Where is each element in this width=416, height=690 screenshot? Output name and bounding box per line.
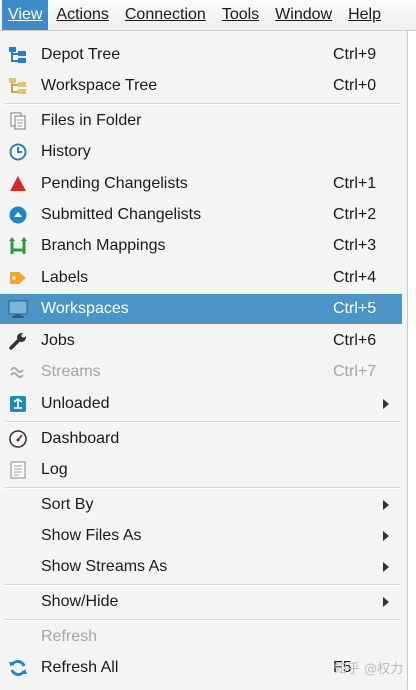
menu-item-label: Dashboard — [41, 430, 120, 447]
menu-item-submitted-changelists[interactable]: Submitted Changelists Ctrl+2 — [0, 200, 402, 230]
menu-item-streams: Streams Ctrl+7 — [0, 357, 402, 387]
jobs-wrench-icon — [8, 331, 28, 351]
menu-view[interactable]: View — [2, 0, 49, 30]
menu-item-label: Branch Mappings — [41, 237, 166, 254]
menu-item-label: Files in Folder — [41, 112, 142, 129]
menu-item-branch-mappings[interactable]: Branch Mappings Ctrl+3 — [0, 231, 402, 261]
menu-item-label: Workspaces — [41, 300, 129, 317]
menu-separator — [4, 584, 400, 586]
refresh-all-icon — [8, 658, 28, 678]
watermark: 知乎 @权力 — [334, 662, 404, 677]
submenu-arrow-icon — [383, 500, 389, 510]
submenu-arrow-icon — [383, 562, 389, 572]
branch-mapping-icon — [8, 236, 28, 256]
menu-item-label: Jobs — [41, 332, 75, 349]
menu-item-label: Unloaded — [41, 395, 110, 412]
menu-item-log[interactable]: Log — [0, 455, 402, 485]
menu-tools-label: Tools — [221, 6, 260, 23]
menu-view-label: View — [8, 6, 43, 23]
menu-item-label: Pending Changelists — [41, 175, 188, 192]
menu-separator — [4, 103, 400, 105]
menu-item-dashboard[interactable]: Dashboard — [0, 424, 402, 454]
menu-help[interactable]: Help — [340, 0, 389, 30]
menu-item-shortcut: Ctrl+1 — [333, 175, 377, 192]
menu-item-shortcut: Ctrl+2 — [333, 206, 377, 223]
menu-item-label: Refresh All — [41, 659, 119, 676]
menu-item-show-hide[interactable]: Show/Hide — [0, 587, 402, 617]
menu-item-shortcut: Ctrl+0 — [333, 77, 377, 94]
menu-item-files-in-folder[interactable]: Files in Folder — [0, 106, 402, 136]
menu-item-label: Submitted Changelists — [41, 206, 202, 223]
submitted-changelist-icon — [8, 205, 28, 225]
menu-item-label: Sort By — [41, 496, 94, 513]
files-in-folder-icon — [8, 111, 28, 131]
menu-item-label: Depot Tree — [41, 46, 121, 63]
workspace-tree-icon — [8, 76, 28, 96]
streams-icon — [8, 362, 28, 382]
menu-item-labels[interactable]: Labels Ctrl+4 — [0, 263, 402, 293]
menu-help-label: Help — [348, 6, 381, 23]
menu-item-label: Streams — [41, 363, 101, 380]
menu-connection-label: Connection — [124, 6, 206, 23]
menu-item-show-streams-as[interactable]: Show Streams As — [0, 552, 402, 582]
menu-item-label: Show Streams As — [41, 558, 168, 575]
submenu-arrow-icon — [383, 399, 389, 409]
menu-window[interactable]: Window — [267, 0, 340, 30]
menu-item-shortcut: Ctrl+6 — [333, 332, 377, 349]
menu-item-workspaces[interactable]: Workspaces Ctrl+5 — [0, 294, 402, 324]
menu-item-history[interactable]: History — [0, 137, 402, 167]
menu-item-jobs[interactable]: Jobs Ctrl+6 — [0, 326, 402, 356]
menu-item-shortcut: Ctrl+3 — [333, 237, 377, 254]
menu-item-pending-changelists[interactable]: Pending Changelists Ctrl+1 — [0, 169, 402, 199]
menu-item-label: History — [41, 143, 91, 160]
depot-tree-icon — [8, 45, 28, 65]
menu-item-shortcut: Ctrl+5 — [333, 300, 377, 317]
menu-item-label: Show/Hide — [41, 593, 119, 610]
menu-window-label: Window — [275, 6, 333, 23]
label-tag-icon — [8, 268, 28, 288]
history-clock-icon — [8, 142, 28, 162]
unloaded-icon — [8, 394, 28, 414]
log-icon — [8, 460, 28, 480]
menu-item-label: Refresh — [41, 628, 98, 645]
pending-changelist-icon — [8, 174, 28, 194]
menu-separator — [4, 487, 400, 489]
submenu-arrow-icon — [383, 597, 389, 607]
workspace-monitor-icon — [8, 299, 28, 319]
menu-actions[interactable]: Actions — [48, 0, 116, 30]
dashboard-gauge-icon — [8, 429, 28, 449]
menu-item-unloaded[interactable]: Unloaded — [0, 389, 402, 419]
menu-item-shortcut: Ctrl+4 — [333, 269, 377, 286]
menu-connection[interactable]: Connection — [117, 0, 214, 30]
menu-tools[interactable]: Tools — [214, 0, 267, 30]
menu-item-shortcut: Ctrl+7 — [333, 363, 377, 380]
menu-item-show-files-as[interactable]: Show Files As — [0, 521, 402, 551]
menu-item-shortcut: Ctrl+9 — [333, 46, 377, 63]
menu-item-label: Workspace Tree — [41, 77, 158, 94]
menu-actions-label: Actions — [56, 6, 109, 23]
menu-bar: View Actions Connection Tools Window Hel… — [0, 0, 416, 31]
menu-item-label: Labels — [41, 269, 89, 286]
menu-item-label: Log — [41, 461, 68, 478]
menu-separator — [4, 421, 400, 423]
menu-item-label: Show Files As — [41, 527, 142, 544]
menu-separator — [4, 619, 400, 621]
menu-item-depot-tree[interactable]: Depot Tree Ctrl+9 — [0, 40, 402, 70]
submenu-arrow-icon — [383, 531, 389, 541]
menu-item-sort-by[interactable]: Sort By — [0, 490, 402, 520]
menu-item-workspace-tree[interactable]: Workspace Tree Ctrl+0 — [0, 71, 402, 101]
view-menu-dropdown: Depot Tree Ctrl+9 Workspace Tree Ctrl+0 … — [0, 31, 408, 690]
menu-item-refresh: Refresh — [0, 622, 402, 652]
